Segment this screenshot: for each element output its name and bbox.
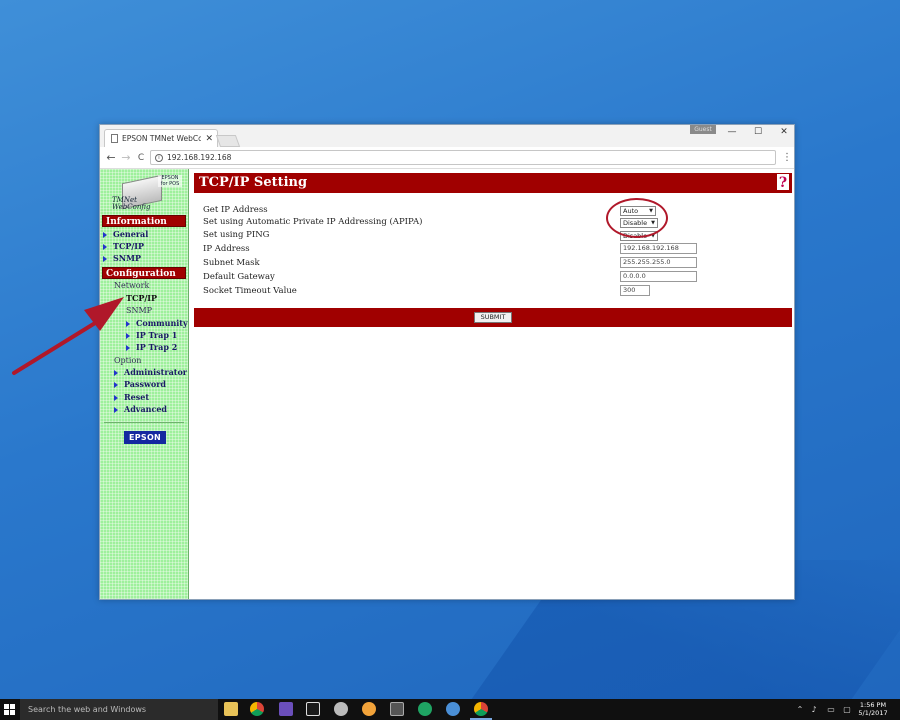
logo-badge: EPSON for POS — [158, 175, 182, 187]
new-tab-button[interactable] — [215, 135, 241, 147]
clock-date: 5/1/2017 — [858, 709, 888, 717]
notifications-icon[interactable]: ▢ — [840, 699, 854, 720]
socket-timeout-input[interactable]: 300 — [620, 285, 650, 296]
annotation-circle — [606, 198, 668, 238]
default-gateway-input[interactable]: 0.0.0.0 — [620, 271, 697, 282]
sidebar-item-tcpip-info[interactable]: TCP/IP — [103, 241, 144, 252]
back-button[interactable]: ← — [104, 151, 118, 165]
page-title: TCP/IP Setting — [194, 173, 792, 193]
ping-label: Set using PING — [203, 230, 270, 240]
chrome-active-icon[interactable] — [474, 702, 488, 716]
info-icon[interactable]: i — [155, 153, 163, 162]
maximize-button[interactable]: ☐ — [746, 126, 770, 138]
paint-icon[interactable] — [334, 702, 348, 716]
guest-profile-badge[interactable]: Guest — [690, 125, 716, 134]
ip-address-input[interactable]: 192.168.192.168 — [620, 243, 697, 254]
arrow-right-icon — [126, 345, 130, 351]
sidebar-divider — [104, 422, 184, 423]
apipa-label: Set using Automatic Private IP Addressin… — [203, 217, 423, 227]
taskbar-search-input[interactable]: Search the web and Windows — [20, 699, 218, 720]
tab-title: EPSON TMNet WebConf — [122, 134, 202, 143]
arrow-right-icon — [114, 382, 118, 388]
taskbar-clock[interactable]: 1:56 PM 5/1/2017 — [856, 701, 890, 717]
arrow-right-icon — [126, 333, 130, 339]
windows-start-icon[interactable] — [4, 704, 16, 716]
help-icon[interactable]: ? — [776, 173, 790, 191]
sidebar: EPSON for POS TMNet WebConfig Informatio… — [100, 169, 189, 599]
page-icon — [111, 134, 118, 143]
subnet-mask-input[interactable]: 255.255.255.0 — [620, 257, 697, 268]
minimize-button[interactable]: — — [720, 126, 744, 138]
volume-icon[interactable]: ♪ — [808, 699, 820, 720]
calculator-icon[interactable] — [390, 702, 404, 716]
browser-tab[interactable]: EPSON TMNet WebConf ✕ — [104, 129, 218, 147]
forward-button[interactable]: → — [119, 151, 133, 165]
browser-toolbar: ← → C i 192.168.192.168 ⋮ — [100, 147, 794, 169]
get-ip-label: Get IP Address — [203, 205, 268, 215]
chrome-icon[interactable] — [250, 702, 264, 716]
arrow-right-icon — [103, 244, 107, 250]
sidebar-item-tcpip-config[interactable]: TCP/IP — [126, 293, 157, 304]
ip-address-label: IP Address — [203, 244, 250, 254]
sidebar-item-general[interactable]: General — [103, 229, 148, 240]
submit-button[interactable]: SUBMIT — [474, 312, 512, 323]
arrow-right-icon — [103, 232, 107, 238]
arrow-right-icon — [114, 407, 118, 413]
snmp-label: SNMP — [126, 306, 153, 315]
epson-logo[interactable]: EPSON — [124, 431, 166, 444]
file-explorer-icon[interactable] — [224, 702, 238, 716]
browser-menu-icon[interactable]: ⋮ — [782, 151, 792, 165]
url-text: 192.168.192.168 — [167, 153, 232, 162]
sidebar-item-administrator[interactable]: Administrator — [114, 367, 187, 378]
main-panel: TCP/IP Setting ? Get IP Address Auto ▼ Se… — [190, 169, 794, 599]
reload-button[interactable]: C — [134, 151, 148, 165]
browser-alt-icon[interactable] — [362, 702, 376, 716]
sidebar-item-community[interactable]: Community — [126, 318, 188, 329]
address-bar[interactable]: i 192.168.192.168 — [150, 150, 776, 165]
browser-window: EPSON TMNet WebConf ✕ Guest — ☐ ✕ ← → C … — [99, 124, 795, 600]
clock-time: 1:56 PM — [859, 701, 887, 709]
sidebar-item-ip-trap-2[interactable]: IP Trap 2 — [126, 342, 177, 353]
arrow-right-icon — [126, 321, 130, 327]
logo-name: TMNet WebConfig — [112, 196, 151, 211]
subnet-mask-label: Subnet Mask — [203, 258, 260, 268]
option-label: Option — [114, 356, 142, 365]
chrome-profile-icon[interactable] — [446, 702, 460, 716]
network-icon[interactable]: ▭ — [824, 699, 838, 720]
arrow-right-icon — [114, 395, 118, 401]
default-gateway-label: Default Gateway — [203, 272, 275, 282]
configuration-header: Configuration — [102, 267, 186, 279]
tray-chevron-icon[interactable]: ⌃ — [794, 699, 806, 720]
network-label: Network — [114, 281, 150, 290]
sidebar-item-reset[interactable]: Reset — [114, 392, 149, 403]
grammarly-icon[interactable] — [418, 702, 432, 716]
socket-timeout-label: Socket Timeout Value — [203, 286, 297, 296]
close-window-button[interactable]: ✕ — [772, 126, 796, 138]
sidebar-item-ip-trap-1[interactable]: IP Trap 1 — [126, 330, 177, 341]
sidebar-item-advanced[interactable]: Advanced — [114, 404, 167, 415]
tmnet-logo: EPSON for POS TMNet WebConfig — [110, 173, 182, 213]
arrow-right-icon — [114, 370, 118, 376]
sidebar-item-password[interactable]: Password — [114, 379, 166, 390]
sidebar-item-snmp-info[interactable]: SNMP — [103, 253, 141, 264]
arrow-right-icon — [103, 256, 107, 262]
app-icon[interactable] — [306, 702, 320, 716]
browser-titlebar: EPSON TMNet WebConf ✕ Guest — ☐ ✕ — [100, 125, 794, 147]
taskbar: Search the web and Windows ⌃ ♪ ▭ ▢ 1:56 … — [0, 699, 900, 720]
submit-bar: SUBMIT — [194, 308, 792, 327]
dev-tool-icon[interactable] — [279, 702, 293, 716]
information-header: Information — [102, 215, 186, 227]
page-content: EPSON for POS TMNet WebConfig Informatio… — [100, 169, 794, 599]
